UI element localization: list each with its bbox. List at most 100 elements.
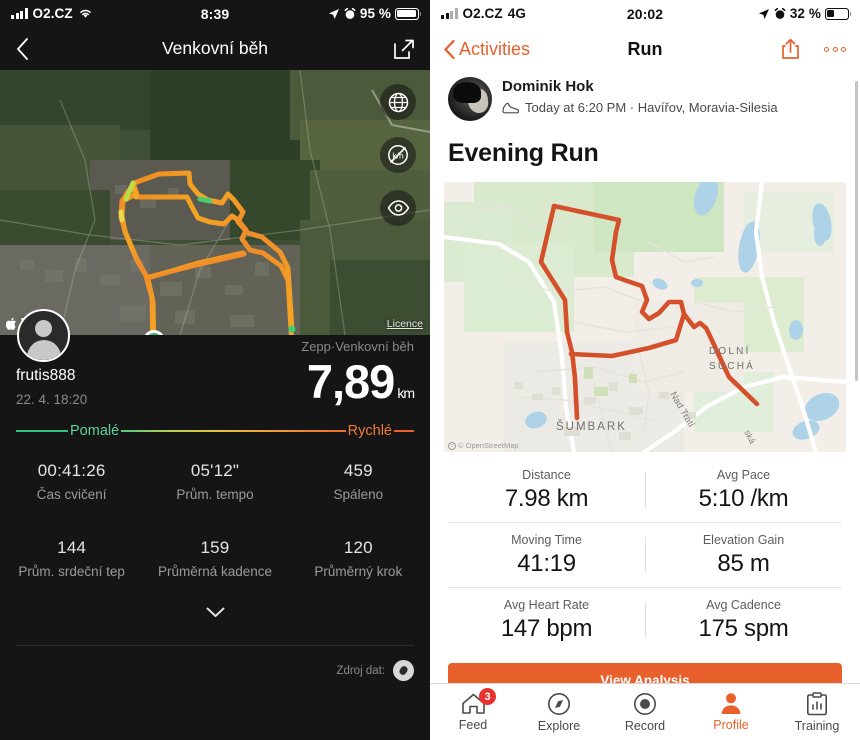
pace-gradient-bar — [121, 429, 346, 433]
activity-title: Evening Run — [448, 139, 599, 167]
avatar[interactable] — [17, 309, 70, 362]
stat-label: Prům. srdeční tep — [18, 564, 125, 579]
stat-value: 85 m — [717, 550, 770, 577]
back-chevron-left-icon[interactable] — [16, 37, 29, 60]
stat-value: 00:41:26 — [37, 461, 106, 480]
stat-value: 05'12" — [190, 461, 240, 480]
alarm-clock-icon — [344, 7, 356, 19]
stat-cell: 144 Prům. srdeční tep — [0, 538, 143, 579]
stat-label: Průměrný krok — [314, 564, 403, 579]
device-badge-icon[interactable] — [393, 660, 414, 681]
distance-unit: km — [397, 385, 415, 401]
activity-meta-label: Today at 6:20 PM · Havířov, Moravia-Sile… — [525, 100, 778, 115]
stat-cell: Distance 7.98 km — [448, 458, 645, 522]
person-icon — [721, 693, 741, 714]
compass-icon — [548, 692, 570, 715]
stat-label: Prům. tempo — [176, 487, 254, 502]
map-attribution-label: © OpenStreetMap — [458, 441, 519, 450]
stat-value: 41:19 — [517, 550, 576, 577]
stat-label: Avg Heart Rate — [503, 598, 590, 612]
activity-source-label: Zepp·Venkovní běh — [301, 339, 414, 354]
signal-bars-icon — [441, 8, 458, 19]
clipboard-chart-icon — [806, 691, 827, 715]
stat-cell: 459 Spáleno — [287, 461, 430, 502]
globe-icon[interactable] — [380, 84, 416, 120]
navbar-right: Activities Run — [430, 27, 860, 71]
more-dots-icon[interactable] — [824, 46, 846, 52]
data-source-label: Zdroj dat: — [336, 664, 385, 677]
stat-label: Avg Cadence — [706, 598, 781, 612]
avatar[interactable] — [448, 77, 492, 121]
battery-percent-label: 32 % — [789, 6, 821, 21]
distance-value: 7,89 km — [301, 355, 415, 408]
status-bar-right: O2.CZ 4G 20:02 32 % — [430, 0, 860, 27]
tab-profile[interactable]: Profile — [688, 692, 774, 732]
map-attribution: c © OpenStreetMap — [448, 441, 519, 450]
stat-value: 175 spm — [698, 615, 789, 642]
tab-bar: 3 Feed Explore Record Profile Training — [430, 683, 860, 740]
expand-more-button[interactable] — [0, 605, 430, 623]
stat-value: 147 bpm — [500, 615, 593, 642]
zepp-activity-screen: O2.CZ 8:39 95 % Venkovní běh Licence fru… — [0, 0, 430, 740]
location-arrow-icon — [328, 8, 339, 19]
tab-feed[interactable]: 3 Feed — [430, 688, 516, 732]
map-licence-link[interactable]: Licence — [387, 318, 423, 330]
stat-cell: Moving Time 41:19 — [448, 523, 645, 587]
signal-bars-icon — [11, 8, 28, 19]
speed-off-icon[interactable]: k/h — [380, 137, 416, 173]
tab-training[interactable]: Training — [774, 691, 860, 733]
carrier-label: O2.CZ — [32, 6, 73, 21]
apple-logo-icon — [6, 317, 16, 330]
network-label: 4G — [507, 6, 526, 21]
stat-cell: Avg Cadence 175 spm — [645, 588, 842, 652]
page-title: Venkovní běh — [161, 38, 269, 58]
activity-summary: frutis888 22. 4. 18:20 Zepp·Venkovní běh… — [0, 309, 430, 408]
battery-icon — [825, 7, 852, 20]
pace-fast-label: Rychlé — [347, 423, 392, 439]
alarm-clock-icon — [774, 7, 786, 19]
tab-record[interactable]: Record — [602, 692, 688, 733]
share-up-icon[interactable] — [781, 38, 800, 60]
eye-icon[interactable] — [380, 190, 416, 226]
clock-label: 8:39 — [200, 5, 230, 22]
record-icon — [634, 692, 656, 715]
data-source-row: Zdroj dat: — [0, 646, 430, 681]
pace-legend-start-line — [16, 429, 68, 433]
back-label: Activities — [459, 38, 531, 59]
copyright-icon: c — [448, 441, 456, 450]
author-name-label: Dominik Hok — [502, 78, 594, 95]
stat-label: Průměrná kadence — [157, 564, 273, 579]
tab-explore[interactable]: Explore — [516, 692, 602, 733]
tab-label: Profile — [713, 718, 749, 732]
back-to-activities-button[interactable]: Activities — [444, 39, 530, 60]
stat-cell: 05'12" Prům. tempo — [143, 461, 286, 502]
chevron-down-icon — [206, 607, 224, 617]
street-map[interactable]: ŠUMBARK DOLNÍ SUCHÁ Nad Tratí ská c © Op… — [444, 182, 846, 452]
stat-cell: Avg Heart Rate 147 bpm — [448, 588, 645, 652]
stat-value: 159 — [200, 538, 230, 557]
pace-legend: Pomalé Rychlé — [16, 423, 414, 439]
stat-value: 144 — [57, 538, 87, 557]
stat-cell: 159 Průměrná kadence — [143, 538, 286, 579]
strava-activity-screen: O2.CZ 4G 20:02 32 % Activities Run Domin… — [430, 0, 860, 740]
svg-text:DOLNÍ: DOLNÍ — [709, 344, 751, 357]
satellite-map[interactable]: k/h Mapy Licence — [0, 70, 430, 335]
stat-cell: 00:41:26 Čas cvičení — [0, 461, 143, 502]
wifi-icon — [79, 9, 91, 18]
route-path — [118, 170, 296, 335]
tab-label: Record — [624, 718, 666, 733]
stat-label: Spáleno — [333, 487, 384, 502]
pace-legend-end-line — [394, 429, 414, 433]
activity-author-row[interactable]: Dominik Hok Today at 6:20 PM · Havířov, … — [430, 71, 860, 121]
status-bar-left: O2.CZ 8:39 95 % — [0, 0, 430, 27]
external-link-icon[interactable] — [394, 39, 414, 59]
location-arrow-icon — [758, 8, 769, 19]
carrier-label: O2.CZ — [462, 6, 503, 21]
username-label: frutis888 — [16, 367, 76, 384]
tab-label: Explore — [537, 718, 581, 733]
scrollbar[interactable] — [855, 81, 858, 381]
distance-number: 7,89 — [306, 355, 395, 408]
running-shoe-icon — [502, 102, 519, 113]
stat-label: Elevation Gain — [702, 533, 785, 547]
activity-scroll-area: Dominik Hok Today at 6:20 PM · Havířov, … — [430, 71, 860, 700]
